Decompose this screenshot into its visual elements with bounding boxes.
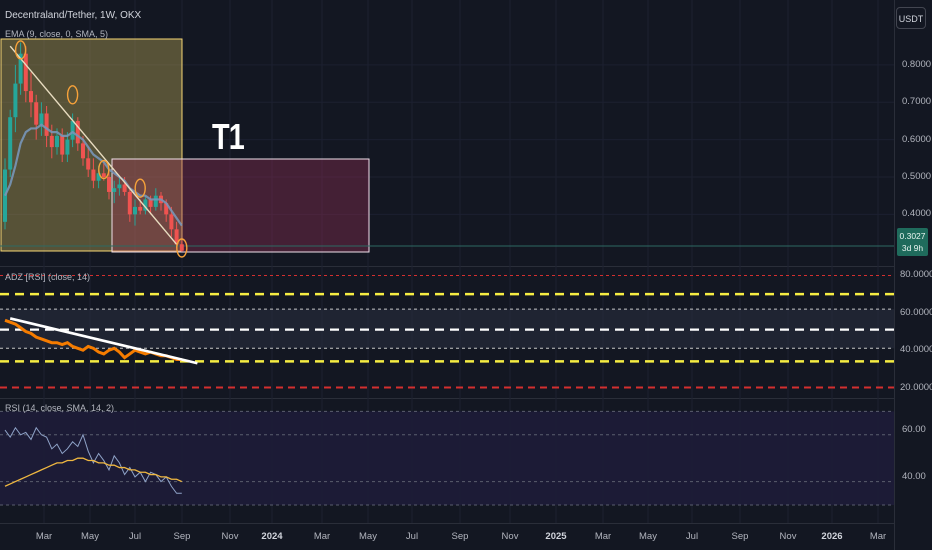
candle-body: [86, 158, 91, 170]
time-tick-label: May: [359, 531, 377, 542]
candle-body: [23, 53, 28, 92]
candle-body: [29, 91, 33, 103]
bar-countdown: 3d 9h: [901, 243, 924, 253]
time-tick-label: May: [81, 531, 99, 542]
adz-band: [0, 309, 894, 349]
candle-body: [70, 120, 75, 140]
time-tick-label: 2025: [545, 531, 567, 542]
candle-body: [34, 102, 39, 125]
candle-body: [112, 188, 117, 192]
time-tick-label: Mar: [313, 531, 331, 542]
candle-body: [153, 195, 158, 207]
time-tick-label: Jul: [128, 531, 142, 542]
adz-tick-label: 40.0000: [900, 344, 932, 356]
time-tick-label: Sep: [451, 531, 469, 542]
time-tick-label: Mar: [35, 531, 53, 542]
time-tick-label: Nov: [221, 531, 239, 542]
time-tick-label: Jul: [685, 531, 699, 542]
candle-body: [117, 184, 122, 189]
adz-tick-label: 20.0000: [900, 381, 932, 393]
candle-body: [169, 214, 174, 230]
rsi-band: [0, 411, 894, 505]
candle-body: [122, 184, 127, 192]
time-tick-label: 2026: [821, 531, 843, 542]
time-tick-label: Nov: [501, 531, 519, 542]
candle-body: [133, 206, 137, 215]
price-tick-label: 0.6000: [902, 133, 932, 145]
current-price-value: 0.3027: [899, 231, 926, 241]
current-price-tag: 0.3027 3d 9h: [897, 228, 928, 256]
rsi-tick-label: 40.00: [902, 470, 926, 482]
candle-body: [65, 139, 70, 155]
time-tick-label: Mar: [869, 531, 887, 542]
currency-button[interactable]: USDT: [896, 7, 926, 29]
time-tick-label: Sep: [173, 531, 191, 542]
price-tick-label: 0.7000: [902, 96, 932, 108]
candle-body: [44, 113, 49, 136]
time-tick-label: May: [639, 531, 657, 542]
rsi-pane-title[interactable]: RSI (14, close, SMA, 14, 2): [5, 403, 114, 413]
price-tick-label: 0.4000: [902, 208, 932, 220]
candle-body: [148, 199, 153, 207]
chart-canvas[interactable]: [0, 0, 932, 550]
candle-body: [39, 113, 44, 125]
rsi-tick-label: 60.00: [902, 424, 926, 436]
price-axis-border: [894, 0, 895, 550]
pane-separator: [0, 523, 894, 524]
candle-body: [91, 169, 96, 181]
price-tick-label: 0.5000: [902, 171, 932, 182]
time-tick-label: Mar: [594, 531, 612, 542]
t1-annotation[interactable]: T1: [212, 116, 245, 158]
candle-body: [138, 206, 143, 211]
candle-body: [179, 244, 184, 251]
candle-body: [107, 177, 111, 192]
adz-tick-label: 80.0000: [900, 269, 932, 281]
pane-separator: [0, 398, 894, 399]
pane-separator: [0, 266, 894, 267]
candle-body: [81, 143, 85, 159]
ema-indicator-title[interactable]: EMA (9, close, 0, SMA, 5): [5, 29, 108, 39]
candle-body: [55, 135, 59, 148]
time-tick-label: Jul: [405, 531, 419, 542]
candle-body: [13, 83, 18, 118]
candle-body: [127, 191, 132, 215]
adz-tick-label: 60.0000: [900, 306, 932, 318]
candle-body: [60, 135, 65, 155]
adz-pane-title[interactable]: ADZ [RSI] (close, 14): [5, 272, 90, 282]
time-tick-label: Sep: [731, 531, 749, 542]
time-tick-label: Nov: [779, 531, 797, 542]
time-tick-label: 2024: [261, 531, 283, 542]
symbol-title[interactable]: Decentraland/Tether, 1W, OKX: [5, 10, 141, 21]
price-tick-label: 0.8000: [902, 58, 932, 70]
candle-body: [101, 173, 106, 177]
candle-body: [49, 135, 54, 148]
candle-body: [8, 117, 13, 170]
